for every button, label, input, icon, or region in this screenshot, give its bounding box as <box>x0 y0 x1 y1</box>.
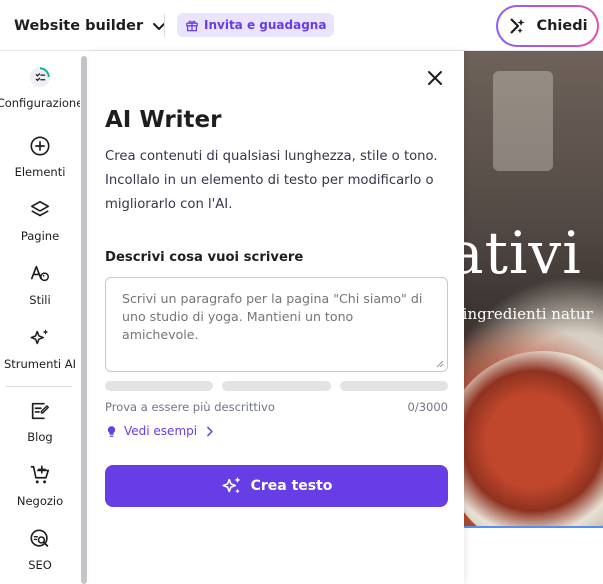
sparkles-icon <box>222 476 241 494</box>
sidebar-item-configurazione[interactable]: Configurazione <box>0 65 84 110</box>
strength-segment <box>339 381 448 391</box>
sidebar-item-label: Blog <box>27 430 53 444</box>
preview-image-plate <box>463 351 603 527</box>
website-builder-dropdown[interactable]: Website builder <box>14 14 167 38</box>
sidebar-scrollbar[interactable] <box>81 56 87 584</box>
ask-label: Chiedi <box>536 18 588 34</box>
sidebar-item-strumenti-ai[interactable]: Strumenti AI <box>0 326 80 371</box>
add-circle-icon <box>30 136 50 156</box>
sidebar-item-pagine[interactable]: Pagine <box>0 198 80 243</box>
left-sidebar: Configurazione Elementi Pagine Stili Str… <box>0 51 84 584</box>
preview-hero-heading: ativi <box>463 219 582 287</box>
prompt-strength-meter <box>105 381 448 391</box>
preview-hero-subtitle: e ingredienti natur <box>463 305 593 323</box>
layers-icon <box>30 200 50 217</box>
create-text-button[interactable]: Crea testo <box>105 465 448 507</box>
close-button[interactable] <box>425 68 445 88</box>
lightbulb-icon <box>107 425 116 437</box>
sparkles-icon <box>30 329 49 345</box>
website-builder-label: Website builder <box>14 18 144 34</box>
see-examples-link[interactable]: Vedi esempi <box>105 424 216 438</box>
prompt-field-label: Descrivi cosa vuoi scrivere <box>105 250 304 265</box>
prompt-textarea[interactable] <box>122 290 431 359</box>
see-examples-label: Vedi esempi <box>124 424 198 438</box>
ai-writer-panel: AI Writer Crea contenuti di qualsiasi lu… <box>89 51 464 584</box>
character-counter: 0/3000 <box>407 400 448 414</box>
strength-segment <box>222 381 331 391</box>
cart-add-icon <box>30 465 50 484</box>
create-text-label: Crea testo <box>250 478 333 494</box>
sidebar-item-stili[interactable]: Stili <box>0 262 80 307</box>
sidebar-item-label: Negozio <box>16 494 64 508</box>
top-bar: Website builder Invita e guadagna Chiedi <box>0 0 603 51</box>
panel-title: AI Writer <box>105 107 222 133</box>
panel-description: Crea contenuti di qualsiasi lunghezza, s… <box>105 149 438 212</box>
website-preview-hero[interactable]: ativi e ingredienti natur <box>463 51 603 527</box>
preview-image-glass <box>493 71 553 171</box>
sidebar-item-elementi[interactable]: Elementi <box>0 134 80 179</box>
prompt-field[interactable] <box>105 277 448 372</box>
styles-icon <box>30 265 49 282</box>
gift-icon <box>186 20 198 32</box>
invite-earn-button[interactable]: Invita e guadagna <box>177 13 335 37</box>
sidebar-item-label: Stili <box>29 293 51 307</box>
sidebar-item-label: SEO <box>28 558 52 572</box>
invite-earn-label: Invita e guadagna <box>204 18 327 32</box>
sidebar-item-negozio[interactable]: Negozio <box>0 463 80 508</box>
sidebar-item-blog[interactable]: Blog <box>0 399 80 444</box>
sidebar-item-label: Configurazione <box>0 96 84 110</box>
sidebar-item-label: Strumenti AI <box>3 357 76 371</box>
preview-selection-edge <box>463 526 603 528</box>
setup-progress-icon <box>29 66 51 88</box>
resize-grip-icon[interactable] <box>436 360 444 368</box>
sidebar-item-label: Elementi <box>14 165 66 179</box>
strength-segment <box>105 381 214 391</box>
blog-icon <box>31 402 49 420</box>
close-icon <box>428 71 442 85</box>
seo-search-icon <box>30 529 49 547</box>
ask-button[interactable]: Chiedi <box>496 5 599 47</box>
prompt-hint: Prova a essere più descrittivo <box>105 400 275 414</box>
sidebar-item-seo[interactable]: SEO <box>0 527 80 572</box>
sidebar-item-label: Pagine <box>20 229 60 243</box>
topbar-divider <box>164 14 165 37</box>
chevron-right-icon <box>207 426 213 436</box>
sidebar-divider <box>6 386 72 387</box>
ai-assistant-icon <box>510 18 525 34</box>
